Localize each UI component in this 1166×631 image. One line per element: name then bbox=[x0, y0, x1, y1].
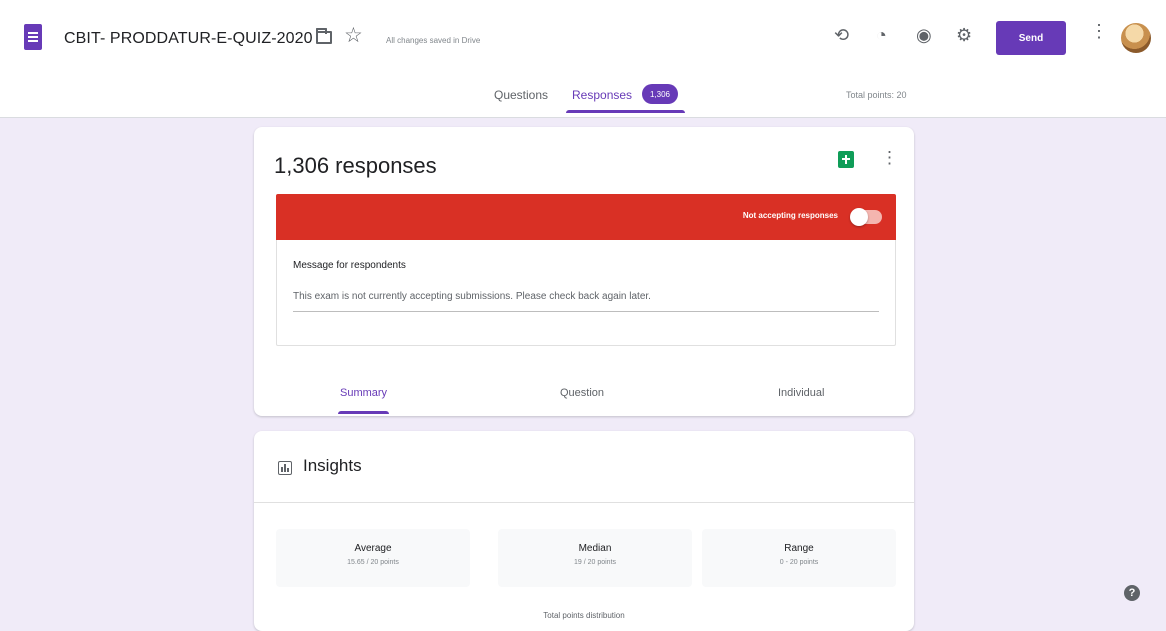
google-sheets-icon[interactable] bbox=[838, 151, 854, 168]
tab-questions[interactable]: Questions bbox=[494, 88, 548, 102]
insights-title: Insights bbox=[303, 456, 362, 475]
help-icon[interactable]: ? bbox=[1124, 585, 1140, 601]
tab-responses[interactable]: Responses bbox=[572, 88, 632, 102]
responses-count-badge: 1,306 bbox=[642, 84, 678, 104]
stat-value: 19 / 20 points bbox=[573, 559, 617, 566]
active-tab-indicator bbox=[566, 110, 685, 113]
stat-average: Average 15.65 / 20 points bbox=[276, 529, 470, 587]
stat-median: Median 19 / 20 points bbox=[498, 529, 692, 587]
google-forms-icon[interactable] bbox=[24, 24, 42, 50]
responses-title: 1,306 responses bbox=[274, 153, 437, 178]
stat-value: 0 - 20 points bbox=[779, 559, 819, 566]
message-box: Message for respondents This exam is not… bbox=[276, 240, 896, 346]
send-button[interactable]: Send bbox=[996, 21, 1066, 55]
addon-puzzle-icon[interactable]: ⟲ bbox=[834, 26, 849, 44]
avatar[interactable] bbox=[1121, 23, 1151, 53]
stat-range: Range 0 - 20 points bbox=[702, 529, 896, 587]
subtab-individual[interactable]: Individual bbox=[778, 387, 824, 399]
accepting-status-label: Not accepting responses bbox=[742, 211, 838, 220]
folder-icon[interactable] bbox=[316, 28, 332, 44]
divider bbox=[254, 502, 914, 503]
stat-value: 15.65 / 20 points bbox=[347, 559, 399, 566]
total-points: Total points: 20 bbox=[846, 90, 907, 100]
accepting-responses-toggle[interactable] bbox=[850, 208, 882, 226]
top-bar: CBIT- PRODDATUR-E-QUIZ-2020 ☆ All change… bbox=[0, 0, 1166, 118]
settings-gear-icon[interactable]: ⚙ bbox=[956, 26, 972, 44]
insights-chart-icon bbox=[278, 461, 292, 475]
save-status: All changes saved in Drive bbox=[386, 36, 481, 45]
message-label: Message for respondents bbox=[293, 260, 406, 271]
star-icon[interactable]: ☆ bbox=[344, 25, 363, 46]
stat-label: Median bbox=[578, 543, 612, 554]
input-underline bbox=[293, 311, 879, 312]
stat-label: Range bbox=[784, 543, 814, 554]
subtab-summary[interactable]: Summary bbox=[340, 387, 387, 399]
message-text-field[interactable]: This exam is not currently accepting sub… bbox=[293, 291, 651, 302]
insights-card: Insights Average 15.65 / 20 points Media… bbox=[254, 431, 914, 631]
more-vert-icon[interactable]: ⋮ bbox=[881, 149, 898, 166]
more-vert-icon[interactable]: ⋮ bbox=[1090, 22, 1108, 40]
active-subtab-indicator bbox=[338, 411, 389, 414]
subtab-question[interactable]: Question bbox=[560, 387, 604, 399]
not-accepting-banner: Not accepting responses bbox=[276, 194, 896, 240]
responses-card: 1,306 responses ⋮ Not accepting response… bbox=[254, 127, 914, 416]
document-title[interactable]: CBIT- PRODDATUR-E-QUIZ-2020 bbox=[64, 30, 313, 48]
eye-preview-icon[interactable]: ◉ bbox=[916, 26, 932, 44]
palette-icon[interactable]: ◔ bbox=[876, 26, 887, 44]
stat-label: Average bbox=[354, 543, 392, 554]
